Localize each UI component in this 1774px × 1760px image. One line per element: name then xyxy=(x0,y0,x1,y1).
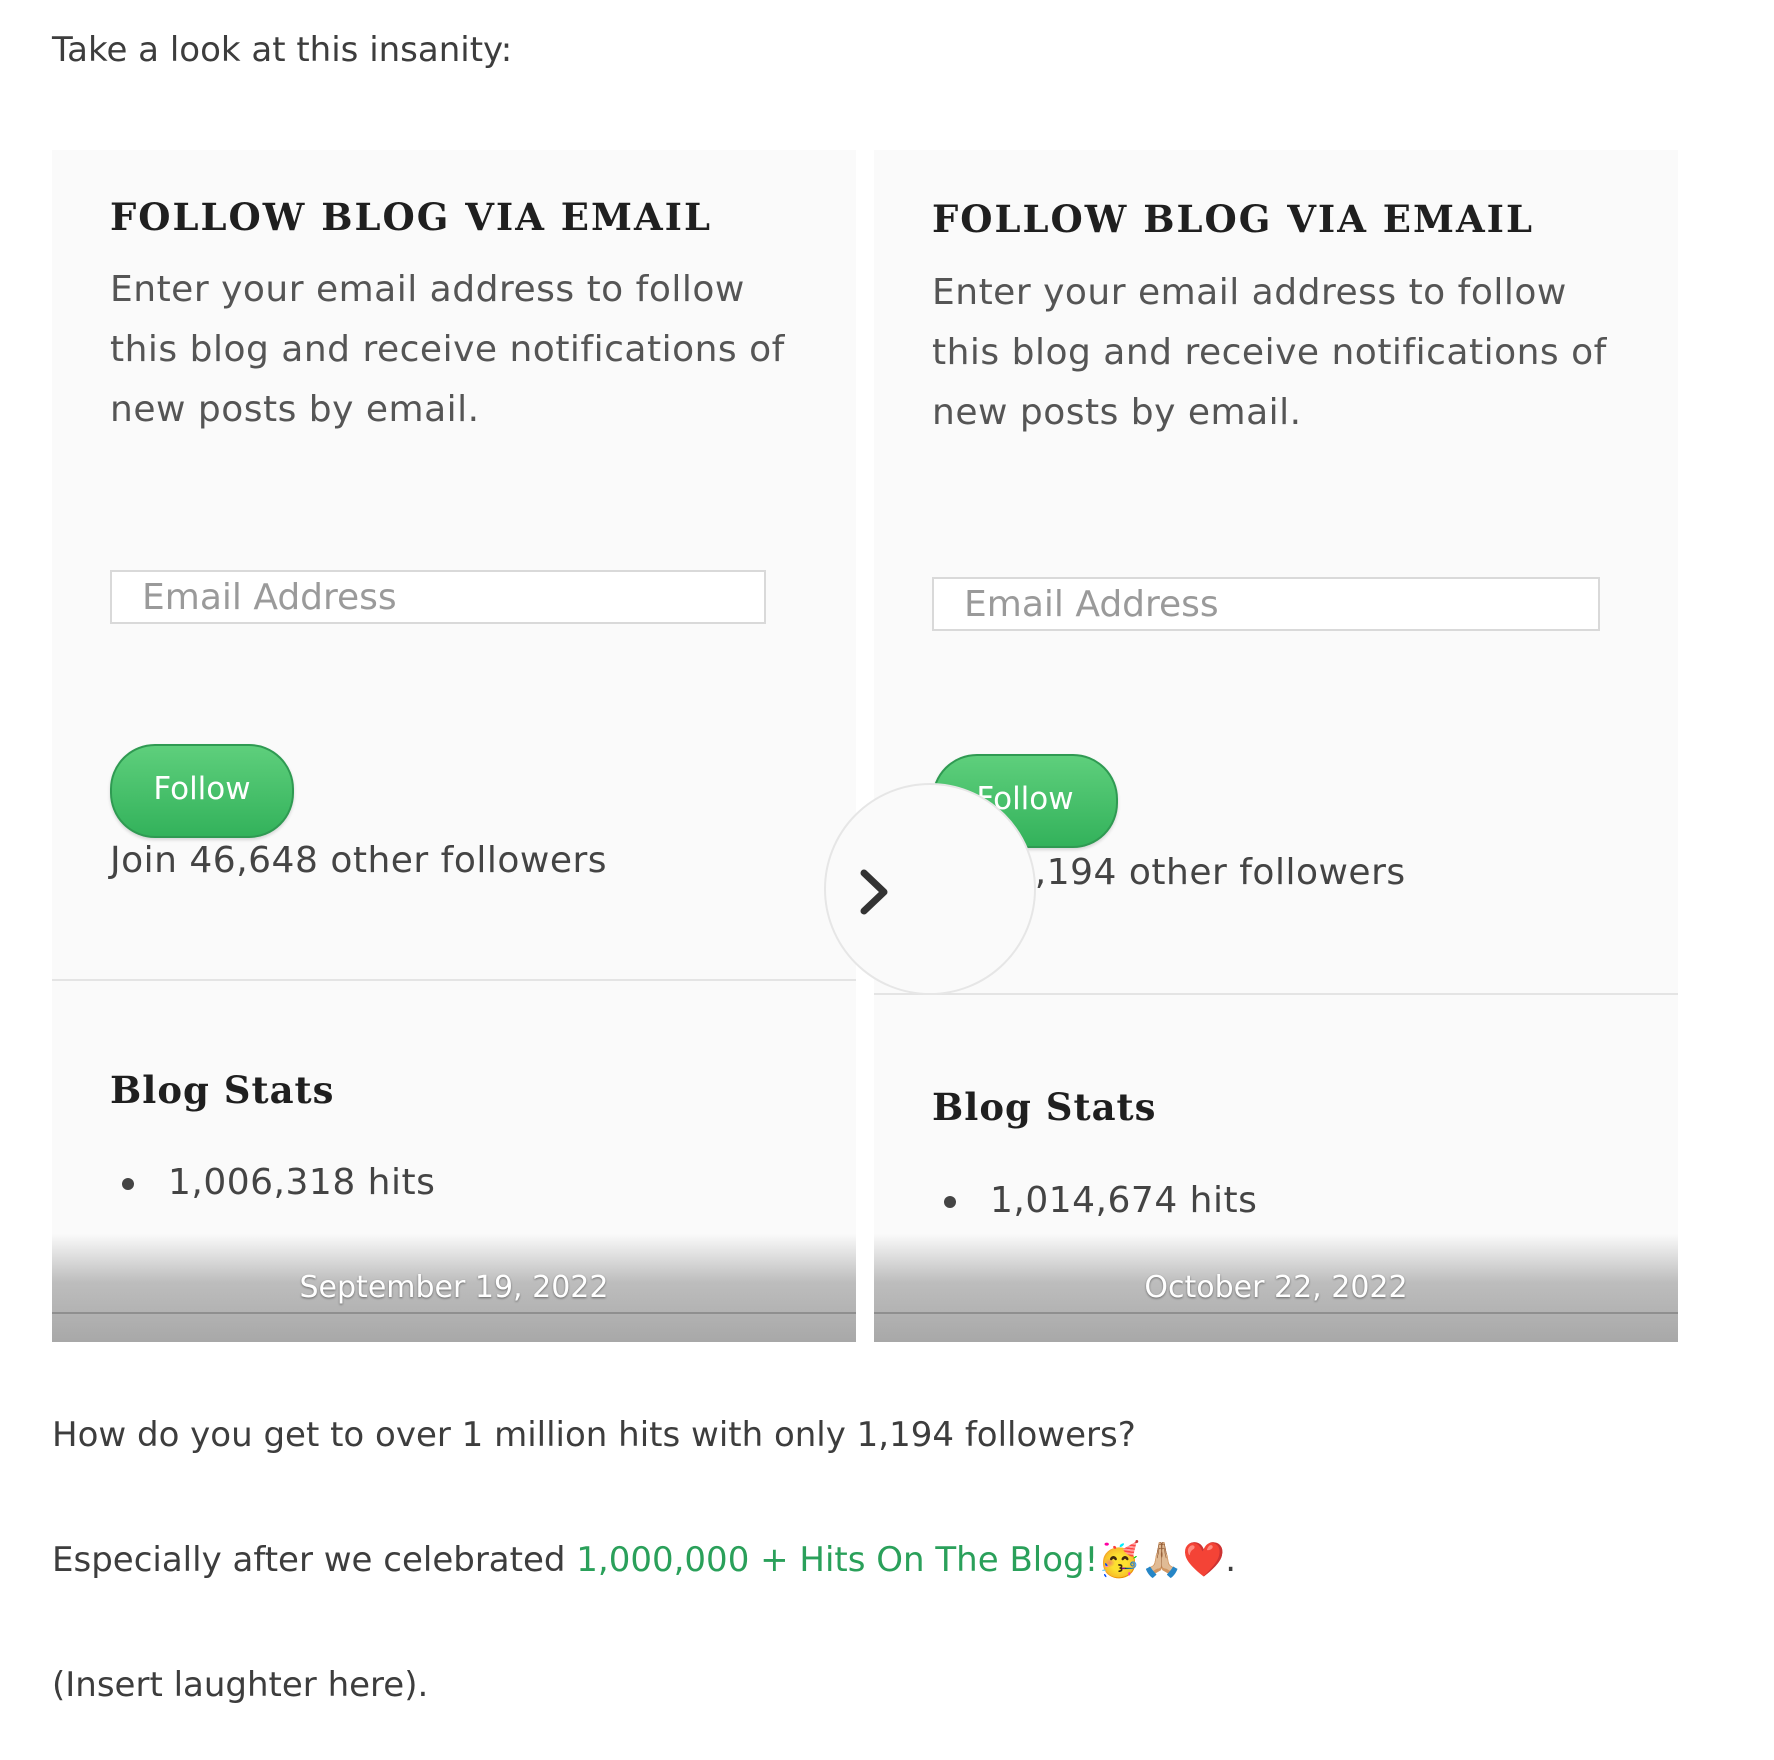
intro-text: Take a look at this insanity: xyxy=(52,30,513,70)
followers-count: Join 46,648 other followers xyxy=(110,840,608,881)
caption-bar: September 19, 2022 xyxy=(52,1234,856,1342)
next-slide-button[interactable] xyxy=(824,783,1036,995)
chevron-right-icon xyxy=(860,869,888,915)
image-gallery: FOLLOW BLOG VIA EMAIL Enter your email a… xyxy=(52,150,1678,1342)
hits-item: 1,006,318 hits xyxy=(122,1162,435,1203)
divider xyxy=(874,993,1678,995)
email-field[interactable] xyxy=(110,570,766,624)
bullet-icon xyxy=(944,1196,956,1208)
follow-button[interactable]: Follow xyxy=(110,744,294,838)
email-field[interactable] xyxy=(932,577,1600,631)
laughter-text: (Insert laughter here). xyxy=(52,1665,429,1705)
widget-description: Enter your email address to follow this … xyxy=(110,269,785,430)
widget-title: FOLLOW BLOG VIA EMAIL xyxy=(932,197,1534,241)
question-text: How do you get to over 1 million hits wi… xyxy=(52,1415,1136,1455)
caption-date: September 19, 2022 xyxy=(299,1270,609,1305)
hits-celebration-link[interactable]: 1,000,000 + Hits On The Blog! xyxy=(576,1540,1098,1580)
celebration-prefix: Especially after we celebrated xyxy=(52,1540,577,1580)
hits-item: 1,014,674 hits xyxy=(944,1180,1257,1221)
caption-bar: October 22, 2022 xyxy=(874,1234,1678,1342)
celebration-suffix: . xyxy=(1225,1540,1237,1580)
gallery-gap xyxy=(856,150,874,1342)
divider xyxy=(52,979,856,981)
hits-count: 1,006,318 hits xyxy=(168,1162,436,1203)
bullet-icon xyxy=(122,1178,134,1190)
blog-stats-title: Blog Stats xyxy=(110,1068,335,1112)
widget-description: Enter your email address to follow this … xyxy=(932,272,1607,433)
screenshot-card-1: FOLLOW BLOG VIA EMAIL Enter your email a… xyxy=(52,150,856,1342)
caption-date: October 22, 2022 xyxy=(1144,1270,1408,1305)
hits-count: 1,014,674 hits xyxy=(990,1180,1258,1221)
blog-stats-title: Blog Stats xyxy=(932,1085,1157,1129)
celebration-text: Especially after we celebrated 1,000,000… xyxy=(52,1540,1236,1580)
emoji-group: 🥳🙏🏼❤️ xyxy=(1098,1540,1226,1580)
screenshot-card-2: FOLLOW BLOG VIA EMAIL Enter your email a… xyxy=(874,150,1678,1342)
widget-title: FOLLOW BLOG VIA EMAIL xyxy=(110,195,712,239)
